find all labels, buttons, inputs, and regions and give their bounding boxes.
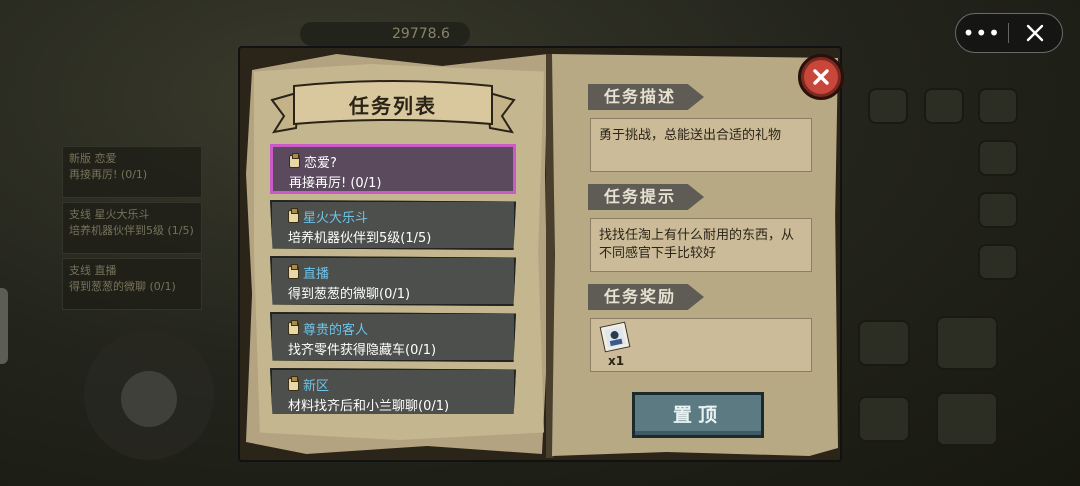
list-title-ribbon: 任务列表 xyxy=(270,78,516,136)
quest-detail: 得到葱葱的微聊(0/1) xyxy=(288,287,411,302)
quest-title: 星火大乐斗 xyxy=(303,210,369,226)
bg-menu-icon xyxy=(978,244,1018,280)
hint-label: 任务提示 xyxy=(588,184,704,210)
hint-text: 找找任淘上有什么耐用的东西，从不同感官下手比较好 xyxy=(590,218,812,272)
bg-menu-icon xyxy=(858,396,910,442)
clipboard-icon xyxy=(289,152,300,168)
quest-item[interactable]: 新区 材料找齐后和小兰聊聊(0/1) xyxy=(270,368,516,414)
description-label: 任务描述 xyxy=(588,84,704,110)
quest-detail: 再接再厉! (0/1) xyxy=(289,176,382,191)
bg-quest-item: 支线 星火大乐斗 培养机器伙伴到5级 (1/5) xyxy=(62,202,202,254)
clipboard-icon xyxy=(288,375,299,391)
reward-label: 任务奖励 xyxy=(588,284,704,310)
bg-menu-icon xyxy=(978,140,1018,176)
description-text: 勇于挑战，总能送出合适的礼物 xyxy=(590,118,812,172)
quest-title: 恋爱? xyxy=(304,155,337,171)
list-title: 任务列表 xyxy=(349,94,437,118)
photo-card-icon[interactable] xyxy=(599,321,631,353)
quest-detail: 找齐零件获得隐藏车(0/1) xyxy=(288,343,437,358)
quest-detail: 材料找齐后和小兰聊聊(0/1) xyxy=(288,399,450,414)
bg-menu-icon xyxy=(978,192,1018,228)
pin-to-top-button[interactable]: 置顶 xyxy=(632,392,764,438)
quest-item[interactable]: 星火大乐斗 培养机器伙伴到5级(1/5) xyxy=(270,200,516,250)
close-panel-button[interactable] xyxy=(798,54,844,100)
close-icon[interactable] xyxy=(1009,13,1063,53)
quest-title: 新区 xyxy=(303,378,330,394)
quest-book-panel: 任务列表 恋爱? 再接再厉! (0/1) 星火大乐斗 培养机器伙伴到5级(1/5… xyxy=(238,46,844,462)
game-screen: 29778.6 新版 恋爱 再接再厉! (0/1) 支线 星火大乐斗 培养机器伙… xyxy=(0,0,1080,486)
quest-item-selected[interactable]: 恋爱? 再接再厉! (0/1) xyxy=(270,144,516,194)
bg-menu-icon xyxy=(858,320,910,366)
money-display: 29778.6 xyxy=(300,22,470,46)
bg-quest-item: 支线 直播 得到葱葱的微聊 (0/1) xyxy=(62,258,202,310)
bg-menu-icon xyxy=(924,88,964,124)
quest-detail: 培养机器伙伴到5级(1/5) xyxy=(288,231,432,246)
bg-menu-icon xyxy=(868,88,908,124)
quest-title: 尊贵的客人 xyxy=(303,322,369,338)
close-icon xyxy=(804,60,838,94)
bg-menu-icon xyxy=(936,316,998,370)
reward-count: x1 xyxy=(608,354,625,368)
clipboard-icon xyxy=(288,319,299,335)
book-spine xyxy=(546,54,554,458)
quest-title: 直播 xyxy=(303,266,330,282)
bg-quest-item: 新版 恋爱 再接再厉! (0/1) xyxy=(62,146,202,198)
ellipsis-icon[interactable]: ••• xyxy=(956,13,1008,53)
mini-program-capsule: ••• xyxy=(955,13,1063,53)
bg-menu-icon xyxy=(936,392,998,446)
clipboard-icon xyxy=(288,207,299,223)
quest-list[interactable]: 恋爱? 再接再厉! (0/1) 星火大乐斗 培养机器伙伴到5级(1/5) 直播 … xyxy=(270,144,520,414)
side-handle[interactable] xyxy=(0,288,8,364)
joystick-knob[interactable] xyxy=(121,371,177,427)
quest-item[interactable]: 直播 得到葱葱的微聊(0/1) xyxy=(270,256,516,306)
clipboard-icon xyxy=(288,263,299,279)
quest-item[interactable]: 尊贵的客人 找齐零件获得隐藏车(0/1) xyxy=(270,312,516,362)
bg-menu-icon xyxy=(978,88,1018,124)
